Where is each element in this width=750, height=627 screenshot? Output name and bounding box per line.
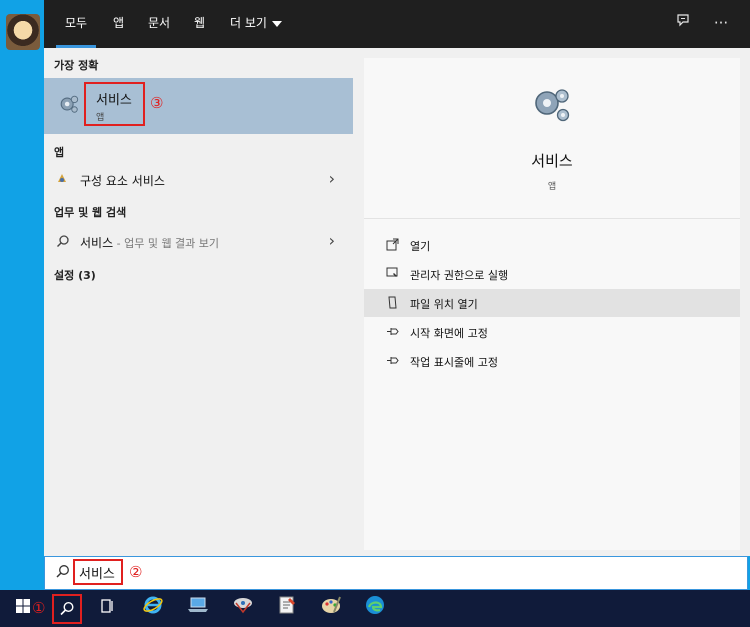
action-label: 파일 위치 열기 [410, 298, 478, 311]
tab-label: 앱 [113, 16, 125, 30]
tab-web[interactable]: 웹 [194, 0, 205, 48]
feedback-icon[interactable] [672, 12, 694, 34]
edge-icon [366, 596, 384, 614]
tab-label: 더 보기 [230, 16, 267, 30]
paint-icon [322, 596, 341, 613]
annotation-marker-1: ① [32, 599, 46, 617]
list-item-label: 구성 요소 서비스 [80, 174, 165, 188]
network-icon [234, 598, 252, 614]
search-filter-bar: 모두 앱 문서 웹 더 보기 ··· [44, 0, 750, 48]
tab-apps[interactable]: 앱 [113, 0, 124, 48]
pin-icon [386, 325, 400, 339]
task-view-icon [101, 599, 113, 613]
list-item-label: 서비스 - 업무 및 웹 결과 보기 [80, 234, 219, 251]
chevron-down-icon [271, 20, 282, 27]
run-as-admin-icon [386, 267, 400, 281]
search-icon [60, 601, 74, 616]
search-box[interactable]: ② [44, 556, 748, 590]
detail-pane: 서비스 앱 열기 관리자 권한으로 실행 파일 위치 열기 시작 화면에 고정 [364, 58, 740, 550]
web-search-suffix: - 업무 및 웹 결과 보기 [113, 237, 220, 250]
chevron-right-icon[interactable]: › [329, 169, 335, 188]
taskbar-search-button[interactable] [52, 594, 82, 624]
pin-icon [386, 354, 400, 368]
taskbar-app-notepad[interactable] [272, 594, 302, 624]
taskbar-app-ie[interactable] [138, 594, 168, 624]
detail-app-name: 서비스 [531, 152, 573, 170]
action-pin-to-start[interactable]: 시작 화면에 고정 [364, 318, 740, 346]
services-gear-icon [535, 89, 570, 122]
taskbar: ① [0, 590, 750, 627]
taskbar-app-edge[interactable] [360, 594, 390, 624]
annotation-marker-2: ② [129, 563, 143, 581]
avatar [6, 14, 40, 50]
tab-more[interactable]: 더 보기 [230, 0, 282, 48]
tab-documents[interactable]: 문서 [148, 0, 170, 48]
settings-heading[interactable]: 설정 (3) [54, 267, 96, 283]
best-match-subtitle: 앱 [96, 113, 105, 123]
desktop-background [0, 0, 44, 596]
internet-explorer-icon [143, 596, 163, 614]
tab-label: 모두 [65, 16, 88, 30]
list-item-component-services[interactable]: 구성 요소 서비스 › [44, 166, 353, 194]
web-search-query: 서비스 [80, 236, 114, 250]
notepad-icon [279, 596, 295, 614]
web-search-heading: 업무 및 웹 검색 [54, 206, 127, 219]
taskbar-app-paint[interactable] [316, 594, 346, 624]
open-icon [386, 238, 400, 252]
annotation-marker-3: ③ [150, 94, 164, 112]
action-label: 시작 화면에 고정 [410, 327, 488, 340]
search-icon [56, 234, 70, 248]
task-view-button[interactable] [93, 594, 123, 624]
tab-label: 문서 [148, 16, 171, 30]
tab-label: 웹 [194, 16, 206, 30]
action-label: 열기 [410, 240, 431, 253]
best-match-item[interactable]: 서비스 앱 ③ [44, 78, 353, 134]
laptop-icon [188, 597, 208, 612]
search-icon [55, 564, 70, 583]
action-run-as-admin[interactable]: 관리자 권한으로 실행 [364, 260, 740, 288]
apps-heading: 앱 [54, 146, 65, 159]
detail-app-type: 앱 [547, 182, 557, 192]
action-label: 작업 표시줄에 고정 [410, 356, 498, 369]
search-input[interactable] [79, 563, 125, 581]
annotation-box-3: 서비스 앱 [84, 82, 145, 126]
action-pin-to-taskbar[interactable]: 작업 표시줄에 고정 [364, 347, 740, 375]
taskbar-app-laptop[interactable] [183, 594, 213, 624]
more-options-icon[interactable]: ··· [710, 12, 732, 34]
best-match-heading: 가장 정확 [54, 59, 99, 72]
action-open-file-location[interactable]: 파일 위치 열기 [364, 289, 740, 317]
chevron-right-icon[interactable]: › [329, 231, 335, 250]
windows-logo-icon [16, 599, 30, 613]
taskbar-app-network[interactable] [228, 594, 258, 624]
component-services-icon [56, 172, 70, 186]
file-location-icon [386, 296, 400, 310]
action-open[interactable]: 열기 [364, 231, 740, 259]
tab-all[interactable]: 모두 [55, 0, 97, 48]
start-search-panel: 모두 앱 문서 웹 더 보기 ··· 가장 정확 서비스 앱 ③ 앱 구성 요소… [44, 0, 750, 556]
divider [364, 218, 740, 219]
results-list: 가장 정확 서비스 앱 ③ 앱 구성 요소 서비스 › 업무 및 웹 검색 서비… [44, 48, 353, 556]
action-label: 관리자 권한으로 실행 [410, 269, 509, 282]
list-item-web-search[interactable]: 서비스 - 업무 및 웹 결과 보기 › [44, 228, 353, 256]
best-match-title: 서비스 [96, 93, 132, 108]
services-gear-icon [60, 95, 79, 113]
